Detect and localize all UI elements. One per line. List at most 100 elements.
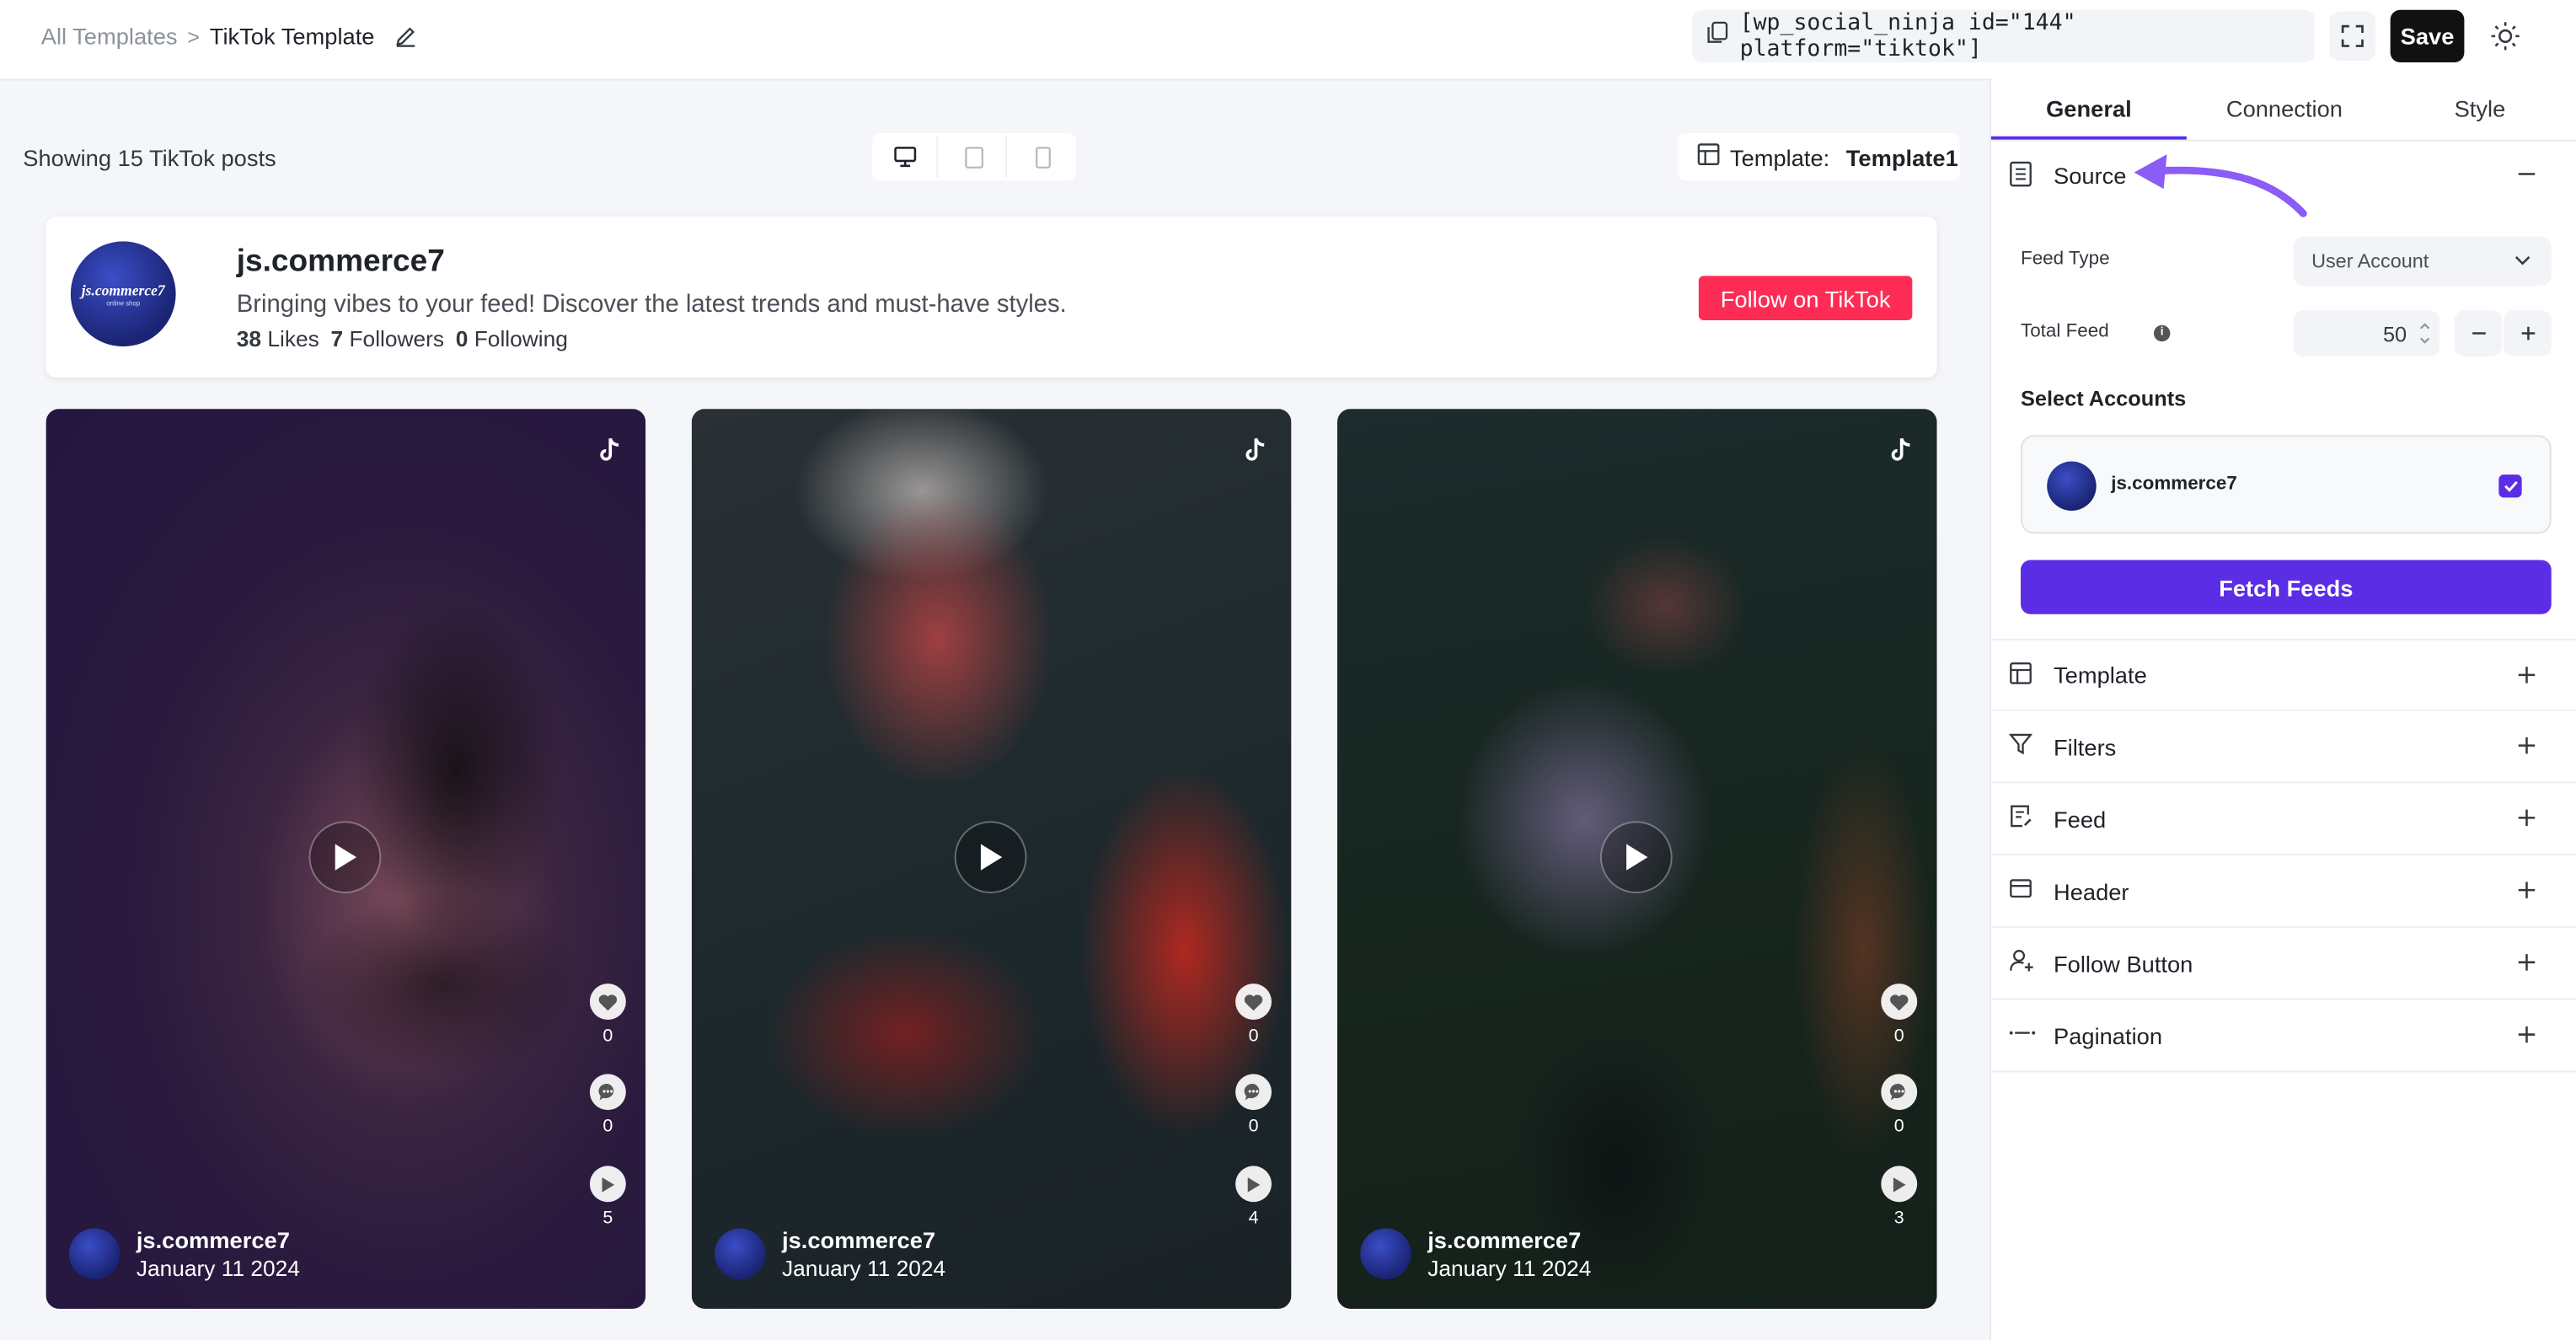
mobile-icon[interactable] (1011, 137, 1074, 178)
filters-section-label: Filters (2054, 733, 2117, 760)
chevron-right-icon: > (187, 24, 201, 49)
tab-connection[interactable]: Connection (2187, 79, 2382, 140)
comment-icon[interactable] (1235, 1074, 1272, 1111)
play-button-icon[interactable] (1599, 821, 1673, 893)
post-username[interactable]: js.commerce7 (1427, 1227, 1591, 1253)
decrement-button[interactable] (2454, 310, 2503, 356)
header-icon (2009, 876, 2032, 908)
template-section-label: Template (2054, 662, 2147, 689)
shortcode-text: [wp_social_ninja id="144" platform="tikt… (1739, 9, 2076, 63)
increment-button[interactable] (2504, 310, 2552, 356)
post-footer: js.commerce7 January 11 2024 (68, 1227, 300, 1281)
comments-stat: 0 (1235, 1074, 1272, 1136)
comments-count: 0 (602, 1116, 613, 1137)
comment-icon[interactable] (589, 1074, 626, 1111)
likes-count: 0 (1893, 1026, 1904, 1047)
post-date: January 11 2024 (1427, 1256, 1592, 1281)
tab-general[interactable]: General (1990, 79, 2187, 140)
tab-style[interactable]: Style (2382, 79, 2576, 140)
plus-icon[interactable] (2517, 807, 2536, 836)
filters-section-header[interactable]: Filters (1990, 711, 2576, 784)
breadcrumb: All Templates > TikTok Template (41, 23, 417, 49)
post-card[interactable]: 0 0 5 js.commerce7 January 11 2024 (46, 409, 646, 1309)
play-button-icon[interactable] (954, 821, 1027, 893)
follow-on-tiktok-button[interactable]: Follow on TikTok (1698, 276, 1913, 320)
play-icon[interactable] (1881, 1166, 1918, 1203)
chevron-down-icon (2514, 251, 2531, 274)
post-count-text: Showing 15 TikTok posts (23, 144, 276, 171)
info-icon[interactable]: i (2153, 324, 2171, 342)
pencil-icon[interactable] (394, 24, 417, 47)
fetch-feeds-button[interactable]: Fetch Feeds (2021, 560, 2552, 614)
play-button-icon[interactable] (308, 821, 382, 893)
comments-stat: 0 (589, 1074, 626, 1137)
feed-type-select[interactable]: User Account (2293, 236, 2552, 287)
likes-count: 38 (236, 326, 262, 351)
plus-icon[interactable] (2517, 951, 2536, 980)
likes-stat: 0 (1881, 984, 1918, 1047)
play-icon[interactable] (589, 1166, 626, 1203)
post-card[interactable]: 0 0 4 js.commerce7 January 11 2024 (691, 409, 1292, 1309)
sun-icon[interactable] (2486, 16, 2525, 56)
template-selector[interactable]: Template: Template1 (1677, 132, 1960, 181)
avatar (2047, 461, 2097, 511)
total-feed-input[interactable]: 50 (2293, 310, 2440, 356)
post-card[interactable]: 0 0 3 js.commerce7 January 11 2024 (1336, 409, 1937, 1309)
save-button[interactable]: Save (2390, 9, 2465, 63)
play-icon[interactable] (1235, 1166, 1272, 1203)
views-count: 3 (1893, 1209, 1904, 1229)
copy-icon[interactable] (1707, 21, 1728, 51)
comment-icon[interactable] (1881, 1074, 1918, 1111)
fullscreen-icon[interactable] (2329, 11, 2376, 62)
views-stat: 4 (1235, 1166, 1272, 1228)
pagination-section-label: Pagination (2054, 1021, 2163, 1049)
feed-section-header[interactable]: Feed (1990, 783, 2576, 856)
heart-icon[interactable] (589, 984, 626, 1021)
shortcode-box[interactable]: [wp_social_ninja id="144" platform="tikt… (1692, 9, 2315, 63)
desktop-icon[interactable] (875, 136, 939, 178)
device-switcher (872, 132, 1076, 181)
plus-icon[interactable] (2517, 1023, 2536, 1053)
views-count: 5 (602, 1209, 613, 1229)
heart-icon[interactable] (1881, 984, 1918, 1021)
pagination-section-header[interactable]: Pagination (1990, 1000, 2576, 1073)
profile-username[interactable]: js.commerce7 (237, 244, 445, 281)
following-count: 0 (455, 326, 469, 351)
template-section-header[interactable]: Template (1990, 638, 2576, 711)
post-footer: js.commerce7 January 11 2024 (715, 1227, 945, 1281)
plus-icon[interactable] (2517, 663, 2536, 693)
breadcrumb-all-templates[interactable]: All Templates (41, 23, 178, 49)
source-label: Source (2054, 162, 2127, 190)
total-feed-label: Total Feed (2021, 321, 2109, 342)
header-section-header[interactable]: Header (1990, 855, 2576, 928)
heart-icon[interactable] (1235, 984, 1272, 1021)
comments-count: 0 (1893, 1116, 1904, 1137)
followers-label: Followers (349, 326, 445, 351)
plus-icon[interactable] (2517, 734, 2536, 764)
plus-icon[interactable] (2517, 878, 2536, 908)
post-date: January 11 2024 (136, 1256, 300, 1281)
views-stat: 5 (589, 1166, 626, 1229)
breadcrumb-current: TikTok Template (209, 23, 375, 50)
feed-section-label: Feed (2054, 805, 2107, 832)
likes-stat: 0 (1235, 984, 1272, 1046)
select-accounts-heading: Select Accounts (2021, 385, 2187, 411)
account-name: js.commerce7 (2111, 474, 2237, 495)
avatar-logo-subtext: online shop (106, 297, 141, 307)
settings-panel: General Connection Style Source Feed Typ… (1989, 78, 2576, 1340)
post-username[interactable]: js.commerce7 (782, 1227, 945, 1253)
account-checkbox[interactable] (2498, 474, 2522, 498)
post-username[interactable]: js.commerce7 (137, 1227, 300, 1253)
header-section-label: Header (2054, 877, 2129, 904)
account-option[interactable]: js.commerce7 (2021, 435, 2552, 534)
spinner-icon[interactable] (2418, 319, 2432, 353)
app-root: All Templates > TikTok Template [wp_soci… (0, 0, 2576, 1340)
likes-stat: 0 (589, 984, 626, 1046)
pagination-icon (2009, 1021, 2036, 1053)
minus-icon[interactable] (2517, 163, 2536, 192)
edit-list-icon (2009, 805, 2032, 836)
follow-button-section-header[interactable]: Follow Button (1990, 928, 2576, 1000)
settings-tabs: General Connection Style (1990, 79, 2576, 142)
tablet-icon[interactable] (943, 136, 1008, 178)
tiktok-icon (598, 437, 621, 471)
